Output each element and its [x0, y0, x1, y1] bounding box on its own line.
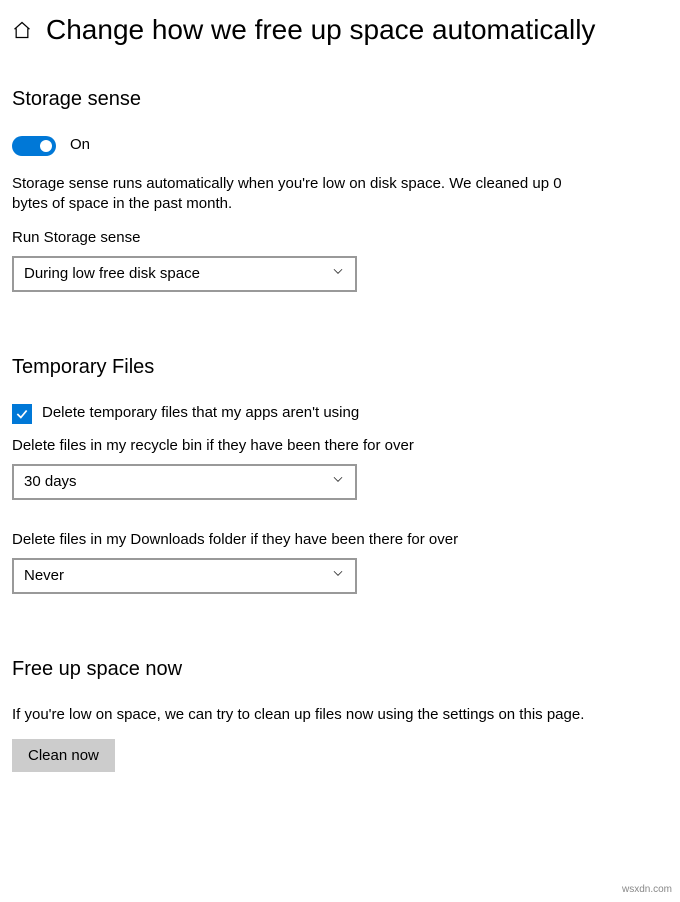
- downloads-dropdown[interactable]: Never: [12, 558, 357, 594]
- chevron-down-icon: [331, 264, 345, 284]
- storage-sense-heading: Storage sense: [12, 86, 668, 113]
- temp-files-heading: Temporary Files: [12, 354, 668, 381]
- free-up-description: If you're low on space, we can try to cl…: [12, 705, 668, 725]
- recycle-bin-value: 30 days: [24, 472, 77, 492]
- watermark: wsxdn.com: [622, 883, 672, 897]
- page-title: Change how we free up space automaticall…: [46, 12, 595, 48]
- delete-temp-files-label: Delete temporary files that my apps aren…: [42, 403, 359, 423]
- recycle-bin-dropdown[interactable]: 30 days: [12, 464, 357, 500]
- recycle-bin-label: Delete files in my recycle bin if they h…: [12, 436, 668, 456]
- section-free-up-space: Free up space now If you're low on space…: [12, 656, 668, 772]
- free-up-heading: Free up space now: [12, 656, 668, 683]
- section-storage-sense: Storage sense On Storage sense runs auto…: [12, 86, 668, 292]
- chevron-down-icon: [331, 472, 345, 492]
- clean-now-button[interactable]: Clean now: [12, 739, 115, 772]
- storage-sense-description: Storage sense runs automatically when yo…: [12, 174, 572, 215]
- delete-temp-files-checkbox[interactable]: [12, 404, 32, 424]
- section-temporary-files: Temporary Files Delete temporary files t…: [12, 354, 668, 594]
- downloads-value: Never: [24, 566, 64, 586]
- chevron-down-icon: [331, 566, 345, 586]
- home-icon[interactable]: [12, 20, 32, 46]
- run-storage-sense-dropdown[interactable]: During low free disk space: [12, 256, 357, 292]
- storage-sense-toggle-label: On: [70, 135, 90, 155]
- downloads-label: Delete files in my Downloads folder if t…: [12, 530, 668, 550]
- toggle-knob: [40, 140, 52, 152]
- run-storage-sense-value: During low free disk space: [24, 264, 200, 284]
- run-storage-sense-label: Run Storage sense: [12, 228, 668, 248]
- storage-sense-toggle[interactable]: [12, 136, 56, 156]
